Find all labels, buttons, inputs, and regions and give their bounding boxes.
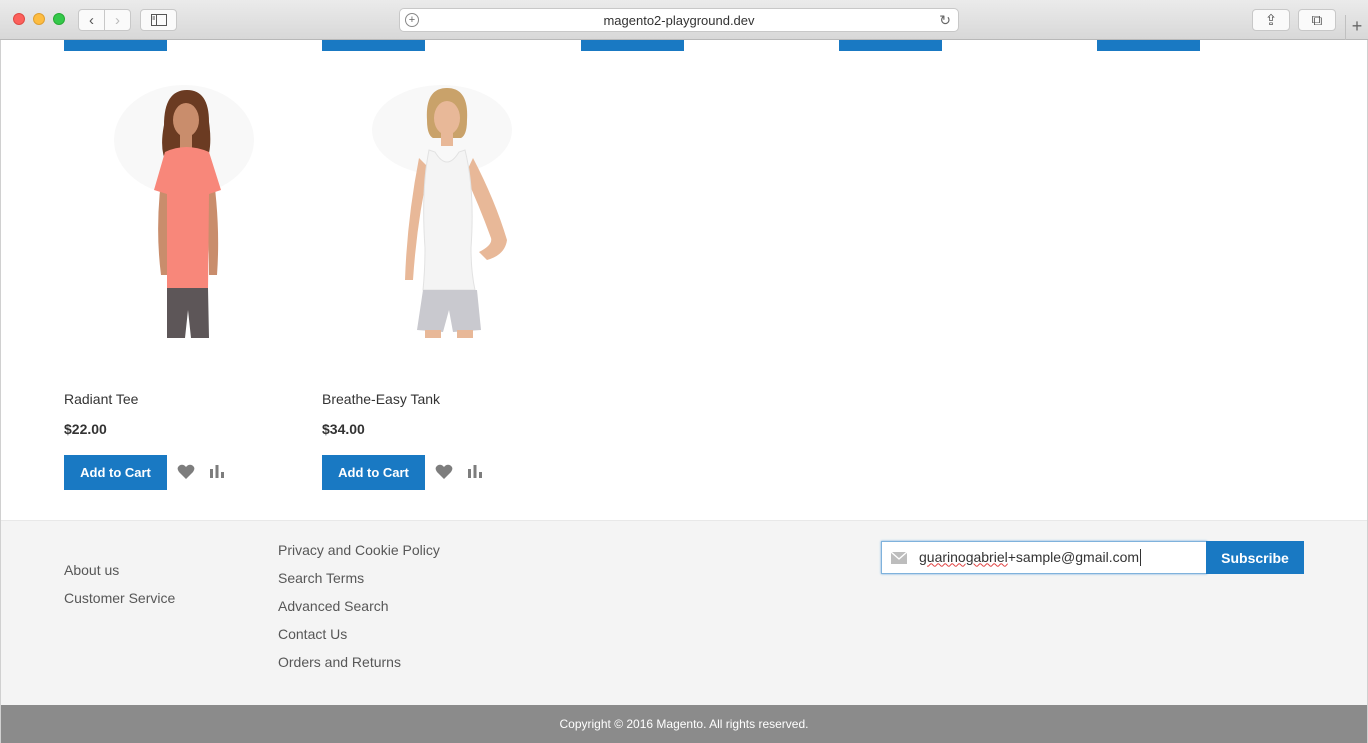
shirt-shape <box>422 149 476 291</box>
copyright-bar: Copyright © 2016 Magento. All rights res… <box>0 705 1368 743</box>
window-edge-left <box>0 40 1 743</box>
back-button[interactable]: ‹ <box>79 10 105 30</box>
compare-bars-icon[interactable] <box>466 464 484 480</box>
add-to-cart-button-partial[interactable] <box>64 40 167 51</box>
zoom-window-button[interactable] <box>53 13 65 25</box>
add-to-cart-button[interactable]: Add to Cart <box>322 455 425 490</box>
subscribe-button[interactable]: Subscribe <box>1206 541 1304 574</box>
show-tabs-button[interactable]: ⧉ <box>1298 9 1336 31</box>
address-bar[interactable]: + magento2-playground.dev ↻ <box>399 8 959 32</box>
footer-link-contact-us[interactable]: Contact Us <box>278 624 440 652</box>
browser-toolbar: ‹ › + magento2-playground.dev ↻ ⇪ ⧉ + <box>0 0 1368 40</box>
add-to-cart-button-partial[interactable] <box>839 40 942 51</box>
product-image[interactable] <box>367 80 517 338</box>
footer-link-advanced-search[interactable]: Advanced Search <box>278 596 440 624</box>
share-button[interactable]: ⇪ <box>1252 9 1290 31</box>
newsletter-email-field[interactable]: guarinogabriel+sample@gmail.com <box>881 541 1207 574</box>
footer-link-orders-returns[interactable]: Orders and Returns <box>278 652 440 680</box>
product-price: $34.00 <box>322 421 365 437</box>
sidebar-icon <box>150 14 167 26</box>
address-plus-icon[interactable]: + <box>405 13 419 27</box>
forward-button[interactable]: › <box>105 10 130 30</box>
email-input-value: guarinogabriel+sample@gmail.com <box>919 548 1142 567</box>
heart-icon[interactable] <box>177 464 195 480</box>
heart-icon[interactable] <box>435 464 453 480</box>
footer-link-customer-service[interactable]: Customer Service <box>64 588 175 616</box>
copyright-text: Copyright © 2016 Magento. All rights res… <box>559 717 809 731</box>
add-to-cart-button-partial[interactable] <box>581 40 684 51</box>
history-nav: ‹ › <box>78 9 131 31</box>
email-value-rest: +sample@gmail.com <box>1007 548 1140 565</box>
share-icon: ⇪ <box>1264 11 1278 29</box>
footer-links-column-1: About us Customer Service <box>64 560 175 616</box>
sidebar-toggle-button[interactable] <box>140 9 177 31</box>
product-price: $22.00 <box>64 421 107 437</box>
new-tab-button[interactable]: + <box>1345 15 1368 40</box>
footer-link-about-us[interactable]: About us <box>64 560 175 588</box>
close-window-button[interactable] <box>13 13 25 25</box>
product-image[interactable] <box>109 80 259 338</box>
url-text: magento2-playground.dev <box>603 12 755 28</box>
footer-link-privacy[interactable]: Privacy and Cookie Policy <box>278 540 440 568</box>
email-value-misspelled-part: guarinogabriel <box>919 548 1008 565</box>
product-name[interactable]: Radiant Tee <box>64 391 138 407</box>
page-content: Radiant Tee $22.00 Add to Cart Breathe-E… <box>0 40 1368 743</box>
add-to-cart-button-partial[interactable] <box>1097 40 1200 51</box>
page-footer: About us Customer Service Privacy and Co… <box>0 520 1368 705</box>
add-to-cart-button[interactable]: Add to Cart <box>64 455 167 490</box>
reload-icon[interactable]: ↻ <box>939 12 951 29</box>
footer-link-search-terms[interactable]: Search Terms <box>278 568 440 596</box>
footer-links-column-2: Privacy and Cookie Policy Search Terms A… <box>278 540 440 680</box>
tabs-icon: ⧉ <box>1311 11 1323 29</box>
add-to-cart-button-partial[interactable] <box>322 40 425 51</box>
envelope-icon <box>891 551 907 564</box>
text-cursor <box>1140 549 1142 567</box>
compare-bars-icon[interactable] <box>208 464 226 480</box>
product-name[interactable]: Breathe-Easy Tank <box>322 391 440 407</box>
minimize-window-button[interactable] <box>33 13 45 25</box>
